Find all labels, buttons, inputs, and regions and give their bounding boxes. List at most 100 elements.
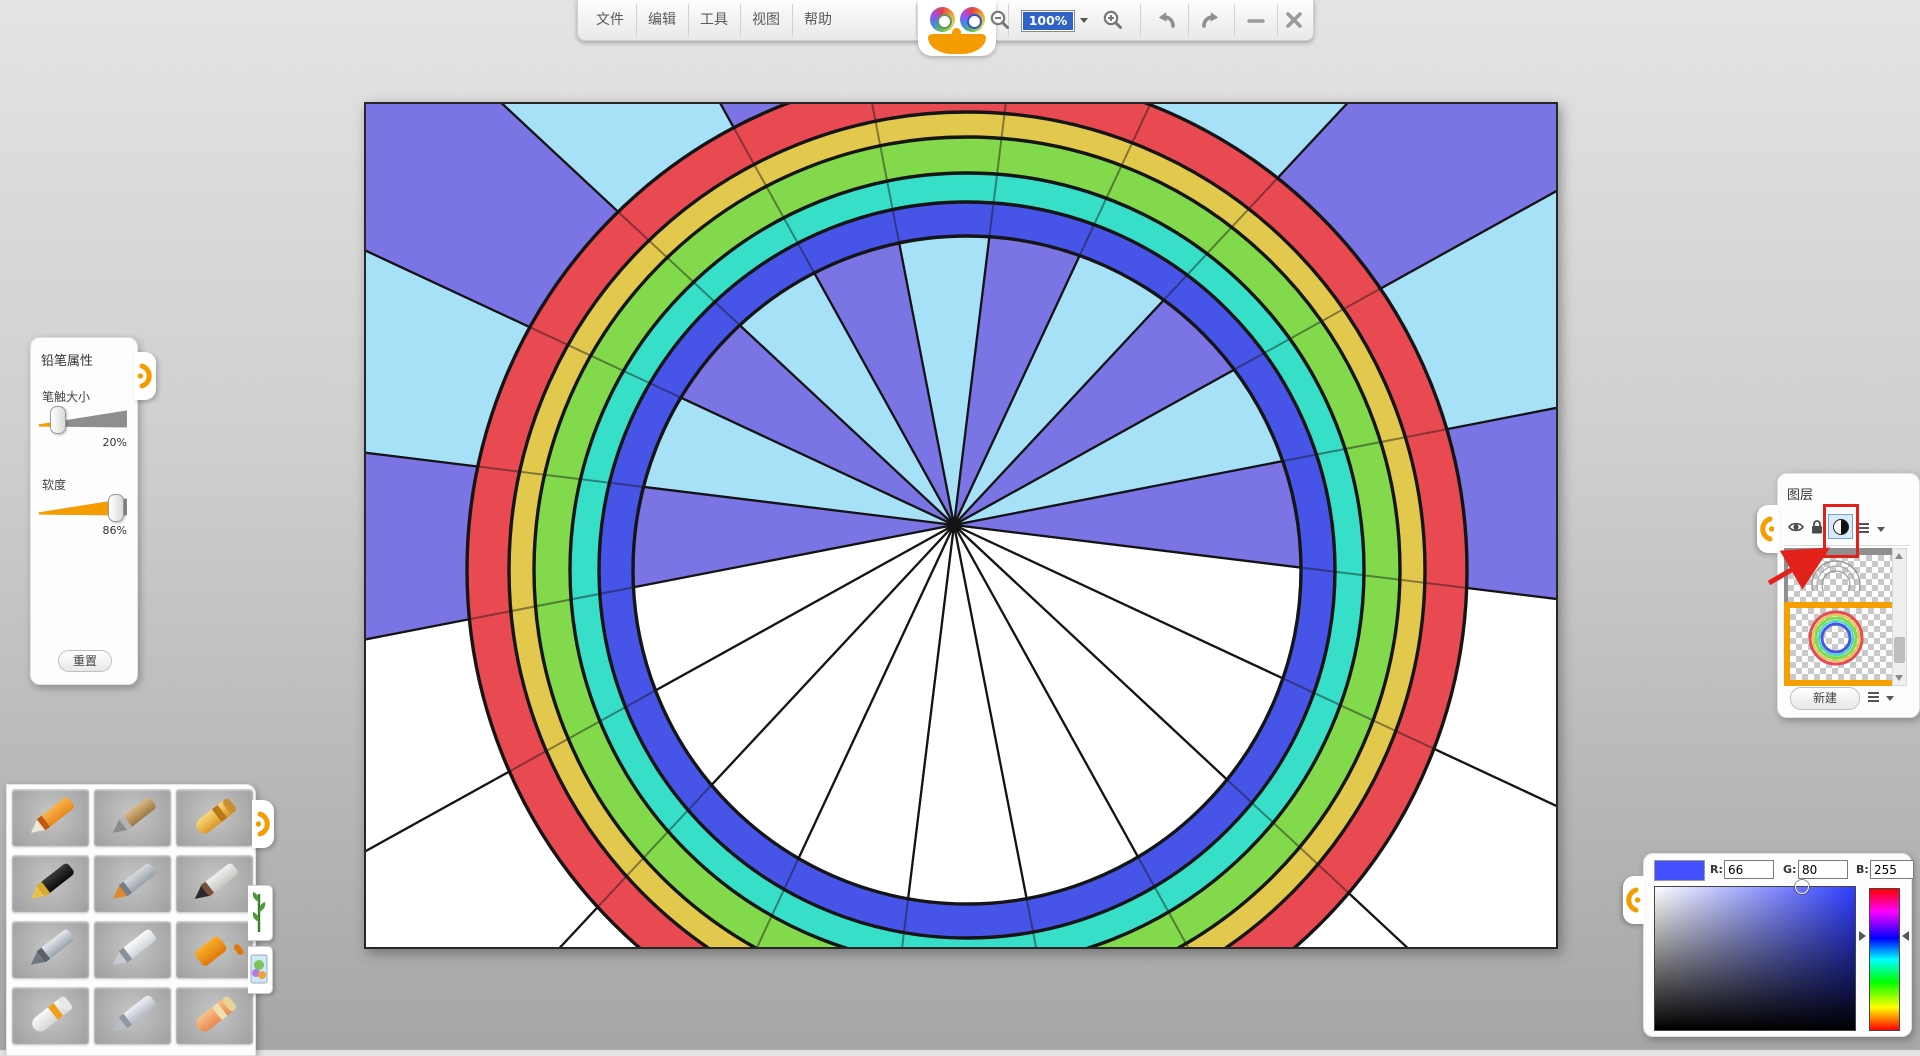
annotation-arrow	[1755, 542, 1839, 592]
layer-item-rainbow-selected[interactable]	[1784, 602, 1900, 686]
redo-icon	[1198, 7, 1224, 33]
menu-view[interactable]: 视图	[740, 0, 792, 40]
panel-title: 铅笔属性	[41, 350, 93, 369]
paint-tube-icon	[12, 987, 89, 1044]
zoom-in-button[interactable]	[1096, 2, 1130, 38]
airbrush-icon	[12, 921, 89, 978]
magic-tools-button[interactable]	[960, 7, 985, 32]
main-toolbar: 文件编辑工具视图帮助 100%	[577, 0, 1314, 41]
color-picker-handle[interactable]	[1623, 876, 1645, 924]
slider-value: 20%	[31, 436, 127, 449]
clown-ear-icon	[137, 363, 152, 389]
green-label: G:	[1783, 863, 1796, 876]
tool-charcoal-pencil[interactable]	[94, 789, 171, 846]
layers-scrollbar[interactable]	[1892, 548, 1907, 686]
slider-handle[interactable]	[108, 494, 124, 522]
panel-title: 图层	[1787, 484, 1813, 503]
clown-ear-icon	[255, 811, 270, 837]
rainbow-wheel-drawing	[366, 104, 1556, 947]
app-window: { "toolbar": { "menus": [ {"key":"file",…	[0, 0, 1920, 1050]
ink-brush-icon	[176, 855, 253, 912]
hue-bar[interactable]	[1869, 888, 1900, 1031]
sticker-icon	[248, 947, 270, 991]
drawing-canvas[interactable]	[364, 102, 1558, 949]
slider-softness[interactable]	[39, 494, 127, 520]
crayon-icon	[176, 789, 253, 846]
tool-palette-panel	[6, 784, 256, 1056]
zoom-in-icon	[1101, 8, 1125, 32]
tool-pencil[interactable]	[12, 789, 89, 846]
tool-paint-roller[interactable]	[176, 921, 253, 978]
reset-button[interactable]: 重置	[58, 650, 112, 672]
blue-label: B:	[1856, 863, 1869, 876]
green-value-field[interactable]	[1798, 860, 1848, 879]
fountain-pen-icon	[12, 855, 89, 912]
chevron-down-icon[interactable]	[1886, 696, 1894, 701]
palette-knife-icon	[94, 921, 171, 978]
red-label: R:	[1710, 863, 1723, 876]
color-picker-panel: R: G: B:	[1643, 853, 1912, 1037]
undo-button[interactable]	[1146, 2, 1186, 38]
tool-ink-brush[interactable]	[176, 855, 253, 912]
red-value-field[interactable]	[1724, 860, 1774, 879]
toolbar-separator	[1234, 4, 1235, 36]
eraser-icon	[176, 987, 253, 1044]
tool-flat-brush[interactable]	[94, 855, 171, 912]
slider-brush-size[interactable]	[39, 406, 127, 432]
blue-value-field[interactable]	[1870, 860, 1914, 879]
zoom-level-select[interactable]: 100%	[1021, 10, 1075, 32]
layer-visibility-button[interactable]	[1787, 518, 1805, 536]
tool-eraser[interactable]	[176, 987, 253, 1044]
pencil-icon	[12, 789, 89, 846]
tool-crayon[interactable]	[176, 789, 253, 846]
tool-carving-knife[interactable]	[94, 987, 171, 1044]
plant-icon	[248, 886, 270, 938]
slider-fill	[39, 498, 115, 516]
color-cursor-icon[interactable]	[1795, 880, 1809, 894]
clown-ear-icon	[1760, 516, 1775, 542]
new-layer-button[interactable]: 新建	[1790, 687, 1860, 710]
flat-brush-icon	[94, 855, 171, 912]
tool-airbrush[interactable]	[12, 921, 89, 978]
zoom-out-icon	[988, 8, 1012, 32]
zoom-dropdown-button[interactable]	[1078, 14, 1090, 26]
palette-mode-button[interactable]	[930, 7, 955, 32]
hue-marker-left-icon[interactable]	[1859, 931, 1866, 941]
chevron-down-icon	[1080, 18, 1088, 23]
zoom-level-value: 100%	[1023, 12, 1073, 30]
zoom-out-button[interactable]	[983, 2, 1017, 38]
scroll-up-icon[interactable]	[1895, 553, 1903, 559]
menu-help[interactable]: 帮助	[792, 0, 844, 40]
hue-marker-right-icon[interactable]	[1902, 931, 1909, 941]
pencil-panel-handle[interactable]	[134, 352, 156, 400]
tool-palette-knife[interactable]	[94, 921, 171, 978]
current-color-swatch[interactable]	[1654, 860, 1705, 881]
tool-fountain-pen[interactable]	[12, 855, 89, 912]
layer-options-button[interactable]	[1858, 521, 1876, 539]
rainbow-thumbnail	[1790, 608, 1882, 668]
chevron-down-icon[interactable]	[1877, 527, 1885, 532]
scroll-down-icon[interactable]	[1895, 675, 1903, 681]
undo-icon	[1153, 7, 1179, 33]
slider-label: 软度	[42, 476, 66, 493]
eye-icon	[1787, 518, 1805, 536]
scrollbar-thumb[interactable]	[1894, 637, 1905, 663]
menu-edit[interactable]: 编辑	[636, 0, 688, 40]
tool-palette-handle[interactable]	[252, 800, 274, 848]
tool-paint-tube[interactable]	[12, 987, 89, 1044]
menu-file[interactable]: 文件	[584, 0, 636, 40]
clown-ear-icon	[1626, 887, 1641, 913]
sticker-tool-button[interactable]	[248, 946, 273, 994]
plant-stamp-tool-button[interactable]	[248, 885, 273, 941]
slider-handle[interactable]	[50, 406, 66, 434]
minimize-button[interactable]	[1238, 2, 1274, 38]
carving-knife-icon	[94, 987, 171, 1044]
slider-label: 笔触大小	[42, 388, 90, 405]
pencil-properties-panel: 铅笔属性 笔触大小20%软度86% 重置	[30, 337, 138, 685]
redo-button[interactable]	[1191, 2, 1231, 38]
menu-tools[interactable]: 工具	[688, 0, 740, 40]
paint-roller-icon	[176, 921, 253, 978]
layer-menu-button[interactable]	[1868, 690, 1886, 708]
close-button[interactable]	[1276, 2, 1312, 38]
saturation-value-square[interactable]	[1654, 886, 1856, 1031]
